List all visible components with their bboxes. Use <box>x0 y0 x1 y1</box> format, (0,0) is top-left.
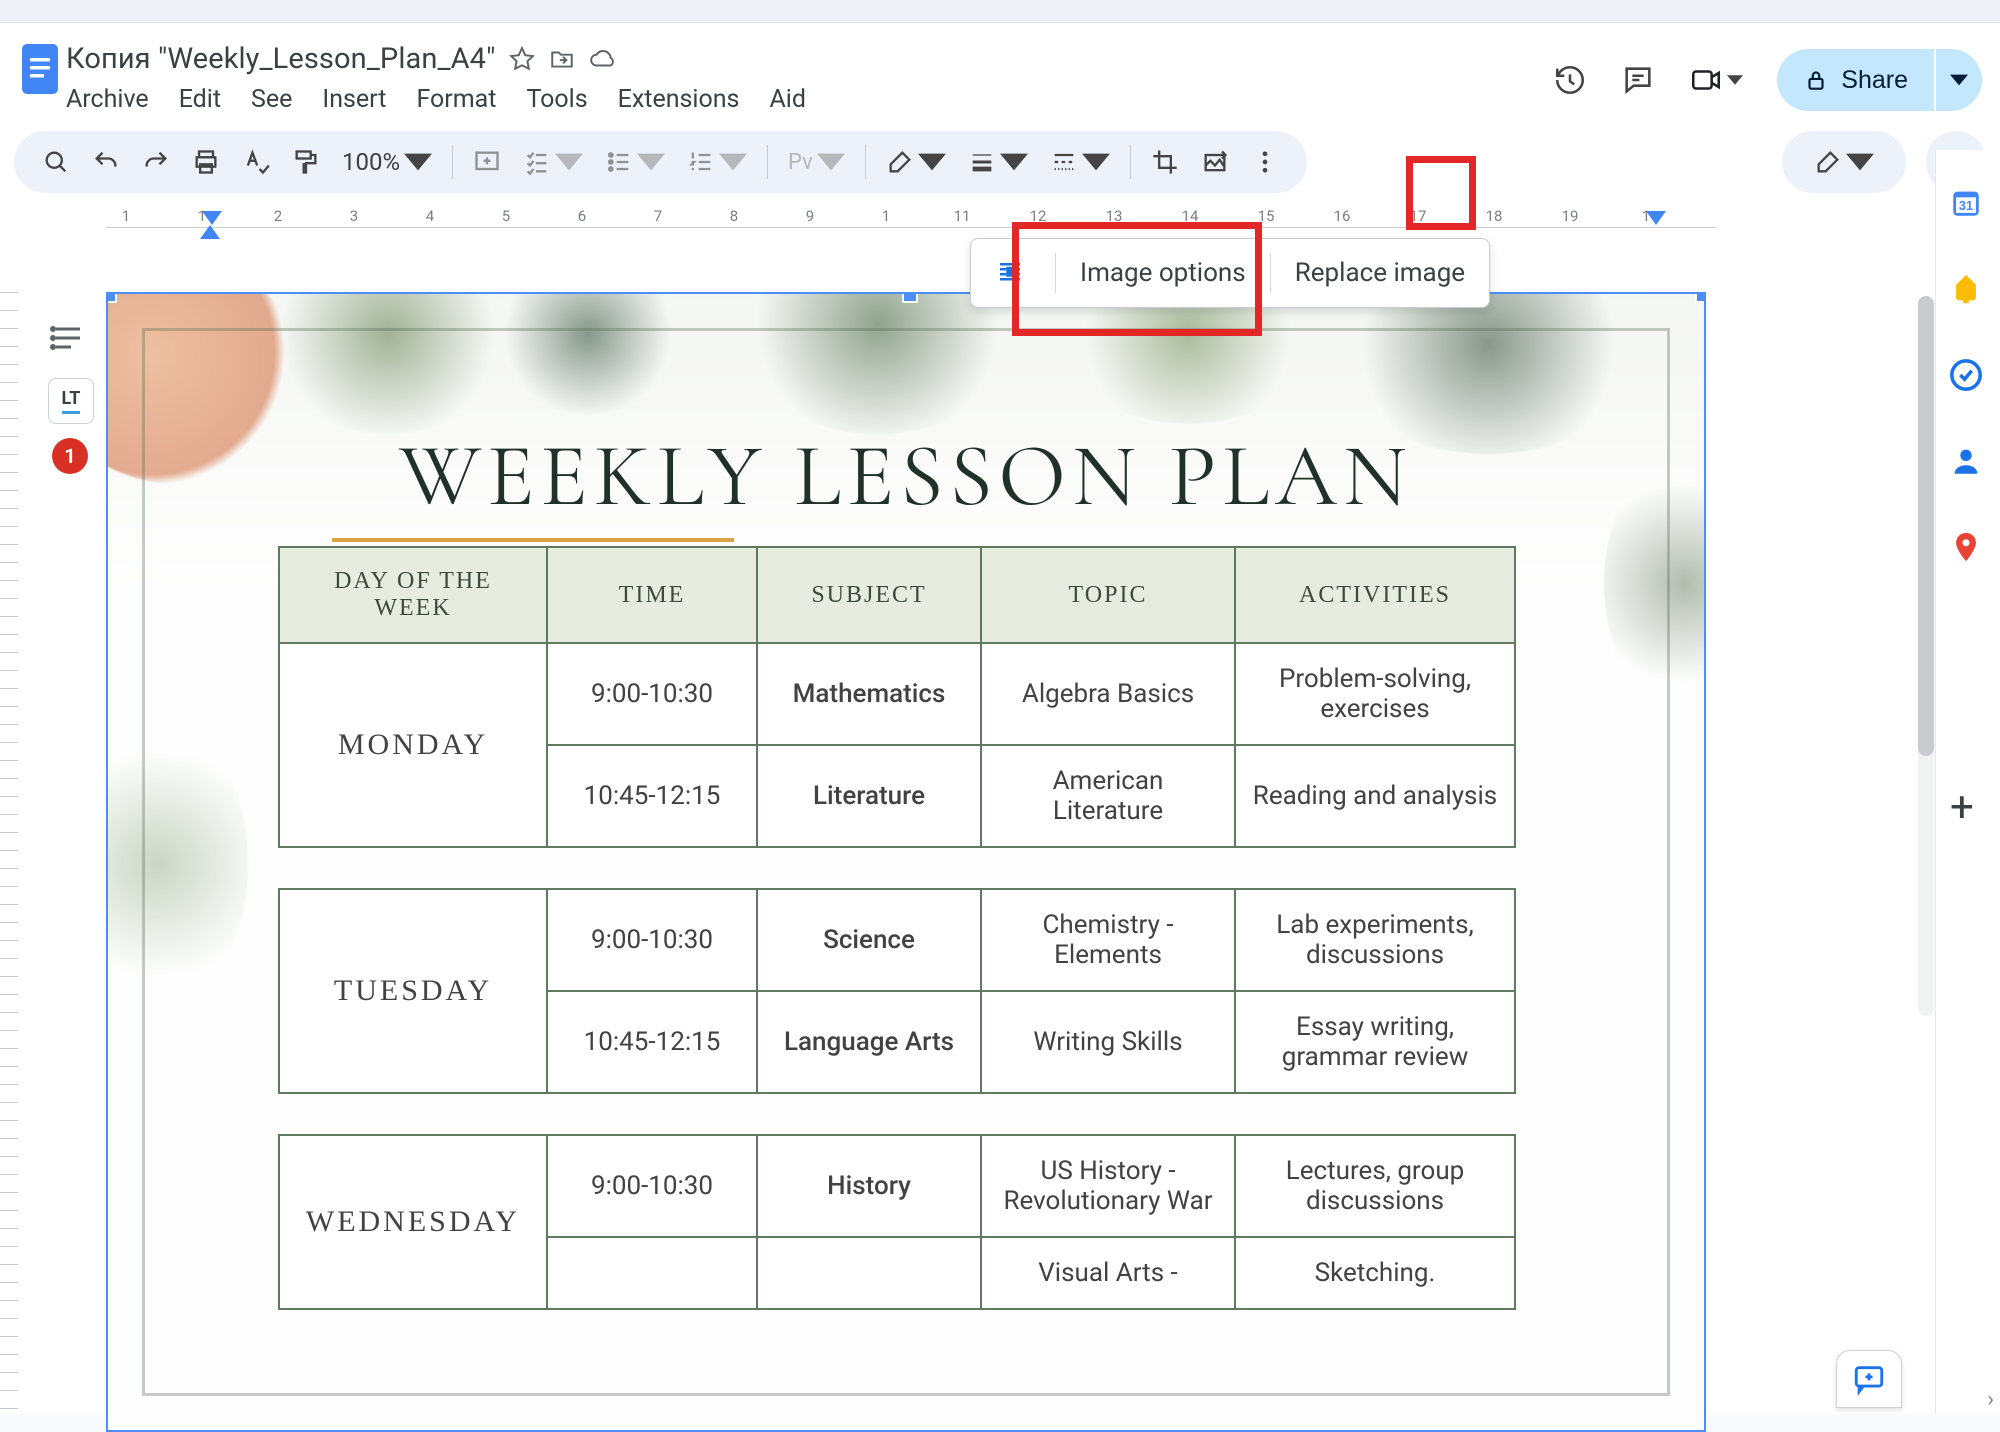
menu-edit[interactable]: Edit <box>179 85 221 114</box>
search-icon[interactable] <box>34 140 78 184</box>
redo-icon[interactable] <box>134 140 178 184</box>
menu-aid[interactable]: Aid <box>769 85 806 114</box>
cell: Essay writing, grammar review <box>1235 991 1515 1093</box>
vertical-scrollbar[interactable] <box>1918 296 1934 1016</box>
add-comment-icon[interactable] <box>465 140 509 184</box>
add-comment-fab[interactable] <box>1836 1350 1902 1408</box>
horizontal-ruler[interactable]: 112345678911112131415161718191 <box>106 207 1716 237</box>
cell: 9:00-10:30 <box>547 889 757 991</box>
share-dropdown[interactable] <box>1936 49 1982 111</box>
day-monday: MONDAY <box>279 643 547 847</box>
menu-extensions[interactable]: Extensions <box>618 85 740 114</box>
outline-toggle-icon[interactable] <box>50 320 94 364</box>
languagetool-badge[interactable]: 1 <box>52 438 88 474</box>
calendar-icon[interactable]: 31 <box>1949 186 1985 222</box>
cell: Lectures, group discussions <box>1235 1135 1515 1237</box>
styles-selector[interactable]: Pv <box>780 140 853 184</box>
cell <box>757 1237 981 1309</box>
menu-archive[interactable]: Archive <box>66 85 149 114</box>
cell: US History - Revolutionary War <box>981 1135 1235 1237</box>
share-label: Share <box>1841 66 1908 95</box>
maps-icon[interactable] <box>1949 530 1985 566</box>
cell: 10:45-12:15 <box>547 991 757 1093</box>
th-time: TIME <box>547 547 757 643</box>
cell: Algebra Basics <box>981 643 1235 745</box>
vertical-ruler <box>0 292 18 1414</box>
day-wednesday: WEDNESDAY <box>279 1135 547 1309</box>
side-add-icon[interactable]: + <box>1950 783 1974 832</box>
day-tuesday: TUESDAY <box>279 889 547 1093</box>
checklist-icon[interactable] <box>515 140 591 184</box>
text-wrap-button[interactable] <box>971 239 1055 307</box>
docs-logo[interactable] <box>14 37 66 101</box>
cell: Chemistry - Elements <box>981 889 1235 991</box>
menu-see[interactable]: See <box>251 85 292 114</box>
svg-text:31: 31 <box>1959 198 1973 213</box>
cell: Reading and analysis <box>1235 745 1515 847</box>
cell: Science <box>757 889 981 991</box>
cell: 10:45-12:15 <box>547 745 757 847</box>
menu-format[interactable]: Format <box>416 85 496 114</box>
plan-title: WEEKLY LESSON PLAN <box>108 424 1704 530</box>
cell <box>547 1237 757 1309</box>
replace-image-icon[interactable] <box>1193 140 1237 184</box>
cell: Language Arts <box>757 991 981 1093</box>
keep-icon[interactable] <box>1949 272 1985 308</box>
menu-insert[interactable]: Insert <box>322 85 386 114</box>
meet-button[interactable] <box>1689 63 1743 97</box>
bullet-list-icon[interactable] <box>597 140 673 184</box>
menu-tools[interactable]: Tools <box>526 85 587 114</box>
cloud-status-icon[interactable] <box>589 46 615 72</box>
cell: History <box>757 1135 981 1237</box>
th-activities: ACTIVITIES <box>1235 547 1515 643</box>
spellcheck-icon[interactable] <box>234 140 278 184</box>
editing-mode-icon[interactable] <box>1806 140 1882 184</box>
zoom-value: 100% <box>342 148 400 176</box>
cell: Lab experiments, discussions <box>1235 889 1515 991</box>
print-icon[interactable] <box>184 140 228 184</box>
cell: Problem-solving, exercises <box>1235 643 1515 745</box>
cell: Sketching. <box>1235 1237 1515 1309</box>
image-options-button[interactable]: Image options <box>1056 239 1270 307</box>
border-weight-icon[interactable] <box>960 140 1036 184</box>
document-title[interactable]: Копия "Weekly_Lesson_Plan_A4" <box>66 42 495 76</box>
cell: Visual Arts - <box>981 1237 1235 1309</box>
document-page[interactable]: WEEKLY LESSON PLAN DAY OF THE WEEK TIME … <box>106 292 1706 1432</box>
history-icon[interactable] <box>1553 63 1587 97</box>
languagetool-button[interactable]: LT <box>48 378 94 424</box>
more-options-icon[interactable] <box>1243 140 1287 184</box>
crop-icon[interactable] <box>1143 140 1187 184</box>
undo-icon[interactable] <box>84 140 128 184</box>
cell: Literature <box>757 745 981 847</box>
th-day: DAY OF THE WEEK <box>279 547 547 643</box>
move-folder-icon[interactable] <box>549 46 575 72</box>
th-topic: TOPIC <box>981 547 1235 643</box>
cell: Writing Skills <box>981 991 1235 1093</box>
numbered-list-icon[interactable] <box>679 140 755 184</box>
image-context-toolbar: Image options Replace image <box>970 238 1490 308</box>
th-subject: SUBJECT <box>757 547 981 643</box>
paint-format-icon[interactable] <box>284 140 328 184</box>
zoom-selector[interactable]: 100% <box>334 140 440 184</box>
comments-icon[interactable] <box>1621 63 1655 97</box>
share-button[interactable]: Share <box>1777 49 1934 111</box>
scroll-right-arrow[interactable]: › <box>1987 1387 1994 1412</box>
border-dash-icon[interactable] <box>1042 140 1118 184</box>
cell: 9:00-10:30 <box>547 643 757 745</box>
cell: 9:00-10:30 <box>547 1135 757 1237</box>
side-panel: 31 + <box>1935 150 1998 1414</box>
tasks-icon[interactable] <box>1949 358 1985 394</box>
cell: American Literature <box>981 745 1235 847</box>
lesson-plan-table: DAY OF THE WEEK TIME SUBJECT TOPIC ACTIV… <box>278 546 1516 1310</box>
border-color-icon[interactable] <box>878 140 954 184</box>
replace-image-button[interactable]: Replace image <box>1271 239 1489 307</box>
contacts-icon[interactable] <box>1949 444 1985 480</box>
text-wrap-icon <box>995 258 1025 288</box>
star-icon[interactable] <box>509 46 535 72</box>
cell: Mathematics <box>757 643 981 745</box>
